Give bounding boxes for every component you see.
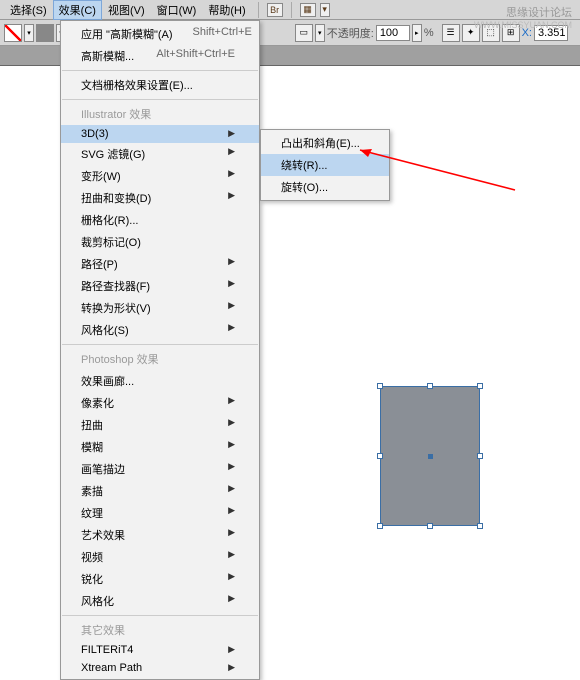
handle[interactable]	[427, 523, 433, 529]
effect-menu: 应用 "高斯模糊"(A)Shift+Ctrl+E 高斯模糊...Alt+Shif…	[60, 20, 260, 680]
menu-select[interactable]: 选择(S)	[4, 0, 53, 20]
handle[interactable]	[377, 523, 383, 529]
menu-item-filterit[interactable]: FILTERiT4▶	[61, 641, 259, 659]
center-point	[428, 454, 433, 459]
submenu-item-extrude[interactable]: 凸出和斜角(E)...	[261, 132, 389, 154]
menu-item-distort2[interactable]: 扭曲▶	[61, 414, 259, 436]
menu-header-other: 其它效果	[61, 619, 259, 641]
menu-item-path[interactable]: 路径(P)▶	[61, 253, 259, 275]
separator	[291, 2, 292, 18]
menu-item-sharpen[interactable]: 锐化▶	[61, 568, 259, 590]
menu-item-stylize-p[interactable]: 风格化▶	[61, 590, 259, 612]
opacity-input[interactable]: 100	[376, 25, 410, 41]
3d-submenu: 凸出和斜角(E)... 绕转(R)... 旋转(O)...	[260, 129, 390, 201]
submenu-item-rotate[interactable]: 旋转(O)...	[261, 176, 389, 198]
fill-dropdown[interactable]: ▾	[24, 24, 34, 42]
handle[interactable]	[377, 453, 383, 459]
selected-rectangle[interactable]	[380, 386, 480, 526]
menu-item-blur[interactable]: 模糊▶	[61, 436, 259, 458]
menu-item-rasterize[interactable]: 栅格化(R)...	[61, 209, 259, 231]
separator	[62, 344, 258, 345]
grid-button[interactable]: ▦	[300, 3, 316, 17]
menu-item-sketch[interactable]: 素描▶	[61, 480, 259, 502]
handle[interactable]	[427, 383, 433, 389]
menu-item-xtream[interactable]: Xtream Path▶	[61, 659, 259, 677]
dropdown-icon[interactable]: ▾	[320, 3, 330, 17]
handle[interactable]	[477, 523, 483, 529]
menu-header-photoshop: Photoshop 效果	[61, 348, 259, 370]
percent-label: %	[424, 27, 434, 39]
stroke-swatch[interactable]	[36, 24, 54, 42]
opacity-label: 不透明度:	[327, 25, 374, 41]
watermark: 思缘设计论坛 WWW.MISSYUAN.COM	[474, 4, 572, 30]
separator	[62, 70, 258, 71]
menu-item-last[interactable]: 高斯模糊...Alt+Shift+Ctrl+E	[61, 45, 259, 67]
submenu-item-revolve[interactable]: 绕转(R)...	[261, 154, 389, 176]
handle[interactable]	[477, 383, 483, 389]
menu-item-brush[interactable]: 画笔描边▶	[61, 458, 259, 480]
menu-item-convert[interactable]: 转换为形状(V)▶	[61, 297, 259, 319]
toolbar-icon[interactable]: ▭	[295, 24, 313, 42]
menu-item-video[interactable]: 视频▶	[61, 546, 259, 568]
menu-help[interactable]: 帮助(H)	[202, 0, 251, 20]
separator	[62, 99, 258, 100]
menu-item-warp[interactable]: 变形(W)▶	[61, 165, 259, 187]
handle[interactable]	[477, 453, 483, 459]
menu-item-pathfinder[interactable]: 路径查找器(F)▶	[61, 275, 259, 297]
menu-item-svg[interactable]: SVG 滤镜(G)▶	[61, 143, 259, 165]
menu-header-illustrator: Illustrator 效果	[61, 103, 259, 125]
menu-item-3d[interactable]: 3D(3)▶	[61, 125, 259, 143]
menu-item-crop[interactable]: 裁剪标记(O)	[61, 231, 259, 253]
menu-item-apply[interactable]: 应用 "高斯模糊"(A)Shift+Ctrl+E	[61, 23, 259, 45]
handle[interactable]	[377, 383, 383, 389]
separator	[62, 615, 258, 616]
menu-view[interactable]: 视图(V)	[102, 0, 151, 20]
fill-swatch[interactable]	[4, 24, 22, 42]
menu-item-distort[interactable]: 扭曲和变换(D)▶	[61, 187, 259, 209]
menu-item-texture[interactable]: 纹理▶	[61, 502, 259, 524]
menu-item-gallery[interactable]: 效果画廊...	[61, 370, 259, 392]
menu-item-stylize-i[interactable]: 风格化(S)▶	[61, 319, 259, 341]
dropdown-icon[interactable]: ▸	[412, 24, 422, 42]
menu-effect[interactable]: 效果(C)	[53, 0, 102, 20]
dropdown-icon[interactable]: ▾	[315, 24, 325, 42]
menu-window[interactable]: 窗口(W)	[151, 0, 203, 20]
toolbar-icon[interactable]: ☰	[442, 24, 460, 42]
menu-item-pixelate[interactable]: 像素化▶	[61, 392, 259, 414]
bridge-button[interactable]: Br	[267, 3, 283, 17]
menu-item-artistic[interactable]: 艺术效果▶	[61, 524, 259, 546]
menu-item-doc-raster[interactable]: 文档栅格效果设置(E)...	[61, 74, 259, 96]
separator	[258, 2, 259, 18]
chevron-right-icon: ▶	[228, 128, 235, 140]
